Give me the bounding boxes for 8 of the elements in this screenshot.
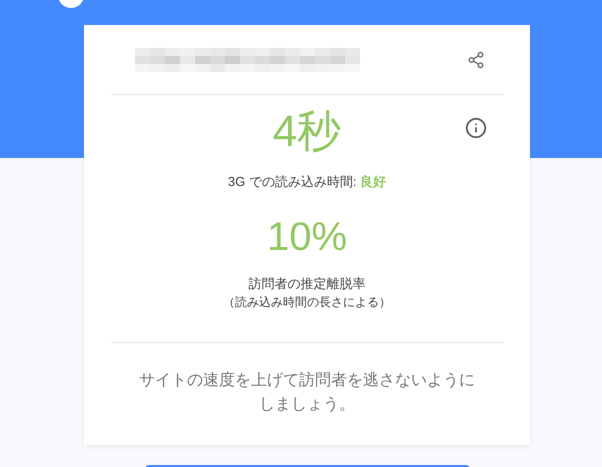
- load-time-label: 3G での読み込み時間: 良好: [228, 173, 386, 191]
- info-button[interactable]: [465, 117, 487, 139]
- advice-text: サイトの速度を上げて訪問者を逃さないようにしましょう。: [138, 370, 476, 415]
- bounce-rate-note: （読み込み時間の長さによる）: [223, 294, 391, 311]
- load-time-value: 4秒: [272, 107, 342, 157]
- share-button[interactable]: [467, 50, 485, 68]
- bounce-rate-value: 10%: [266, 214, 348, 261]
- bounce-rate-label: 訪問者の推定離脱率: [248, 275, 366, 293]
